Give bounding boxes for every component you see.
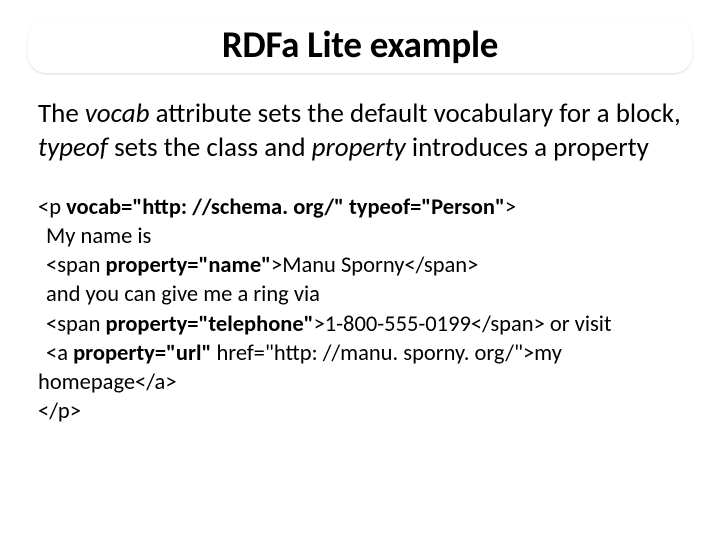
code-example: <p vocab="http: //schema. org/" typeof="…: [38, 193, 682, 427]
code-line-8: </p>: [38, 397, 682, 426]
slide-title-container: RDFa Lite example: [28, 20, 692, 73]
code-line-7: homepage</a>: [38, 368, 682, 397]
desc-text-3: sets the class and: [108, 131, 312, 164]
code-line-4: and you can give me a ring via: [38, 280, 682, 309]
desc-em-typeof: typeof: [38, 131, 108, 164]
desc-em-property: property: [312, 131, 406, 164]
code-line-2: My name is: [38, 222, 682, 251]
code-line-1: <p vocab="http: //schema. org/" typeof="…: [38, 193, 682, 222]
code-line-5: <span property="telephone">1-800-555-019…: [38, 310, 682, 339]
slide-description: The vocab attribute sets the default voc…: [38, 97, 682, 165]
code-line-3: <span property="name">Manu Sporny</span>: [38, 251, 682, 280]
desc-text-1: The: [38, 97, 85, 130]
code-line-6: <a property="url" href="http: //manu. sp…: [38, 339, 682, 368]
slide-title: RDFa Lite example: [28, 22, 692, 67]
desc-text-2: attribute sets the default vocabulary fo…: [150, 97, 681, 130]
desc-em-vocab: vocab: [85, 97, 150, 130]
desc-text-4: introduces a property: [406, 131, 649, 164]
